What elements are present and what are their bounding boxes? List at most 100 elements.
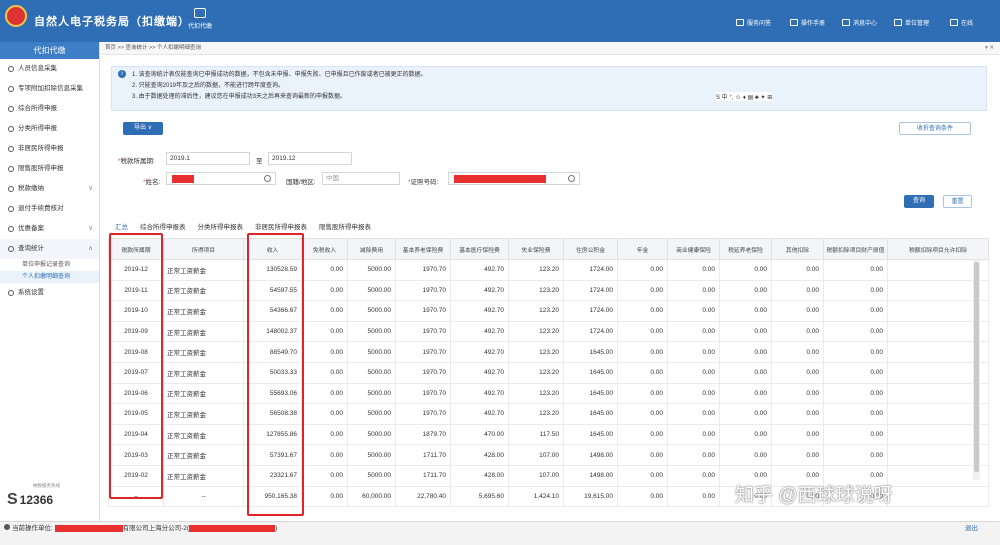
- table-cell: 0.00: [771, 403, 824, 425]
- table-cell: 正常工资薪金: [163, 320, 244, 343]
- tab-summary[interactable]: 汇总: [115, 221, 128, 231]
- col-header[interactable]: 基本医疗保险费: [450, 238, 509, 260]
- book-icon: [790, 19, 798, 26]
- sidebar-subitem-unit-record[interactable]: 单位申报记录查询: [0, 259, 99, 271]
- col-header[interactable]: 税额扣除项目允许扣除: [887, 238, 989, 260]
- col-header[interactable]: 税款所属期: [108, 238, 164, 260]
- reset-button[interactable]: 重置: [943, 195, 972, 208]
- sidebar-item-preference-filing[interactable]: 优惠备案 ∨: [0, 219, 99, 239]
- table-cell: 492.70: [450, 361, 509, 384]
- table-cell: 57391.67: [243, 444, 302, 466]
- tab-comprehensive[interactable]: 综合所得申报表: [140, 221, 186, 231]
- logout-link[interactable]: 退出: [965, 522, 978, 536]
- table-row[interactable]: 2019-08 正常工资薪金 88549.70 0.00 5000.00 1970.70 4…: [108, 341, 989, 363]
- period-from-input[interactable]: 2019.1: [166, 152, 250, 165]
- table-row[interactable]: 2019-04 正常工资薪金 127855.86 0.00 5000.00 1879.70…: [108, 423, 989, 446]
- sidebar-item-comprehensive-income[interactable]: 综合所得申报: [0, 99, 99, 119]
- sidebar-item-restricted-stock[interactable]: 限售股所得申报: [0, 159, 99, 179]
- table-cell: 0.00: [823, 341, 888, 363]
- col-header[interactable]: 免税收入: [301, 238, 348, 260]
- ime-toolbar[interactable]: S 中 °, ☺ ♦ ▤ ♣ ✦ ⊞: [716, 92, 773, 101]
- table-cell: 2019-04: [108, 423, 164, 446]
- col-header[interactable]: 住房公积金: [563, 238, 618, 260]
- col-header[interactable]: 商业健康保险: [667, 238, 720, 260]
- query-button[interactable]: 查询: [904, 195, 934, 208]
- period-to-input[interactable]: 2019.12: [268, 152, 352, 165]
- table-row[interactable]: 2019-10 正常工资薪金 54366.67 0.00 5000.00 1970.70 4…: [108, 300, 989, 322]
- withholding-detail-table: 税款所属期 所得项目 收入 免税收入 减除费用 基本养老保险费 基本医疗保险费 …: [108, 238, 989, 508]
- table-cell: 492.70: [450, 259, 509, 281]
- table-cell: 23321.67: [243, 464, 302, 487]
- table-row[interactable]: 2019-07 正常工资薪金 50033.33 0.00 5000.00 1970.70 4…: [108, 361, 989, 384]
- total-cell: [887, 485, 989, 508]
- tab-nonresident[interactable]: 非居民所得申报表: [255, 221, 307, 231]
- table-cell: 130528.59: [243, 259, 302, 281]
- table-cell: 0.00: [301, 423, 348, 446]
- sidebar-item-refund-fee[interactable]: 退付手续费核对: [0, 199, 99, 219]
- sidebar-item-special-deduction[interactable]: 专项附加扣除信息采集: [0, 79, 99, 99]
- col-header[interactable]: 税额扣除项目财产原值: [823, 238, 888, 260]
- country-select[interactable]: 中国: [322, 172, 400, 185]
- table-cell: 2019-08: [108, 341, 164, 363]
- table-cell: 正常工资薪金: [163, 300, 244, 322]
- window-controls[interactable]: ▾ ✕: [985, 42, 994, 55]
- col-header[interactable]: 其他扣除: [771, 238, 824, 260]
- withholding-tool-button[interactable]: 代扣代缴: [180, 8, 220, 30]
- table-cell: 0.00: [301, 464, 348, 487]
- wallet-icon: [8, 186, 14, 192]
- table-cell: 0.00: [719, 279, 772, 302]
- col-header[interactable]: 减除费用: [347, 238, 396, 260]
- table-row[interactable]: 2019-06 正常工资薪金 55693.06 0.00 5000.00 1970.70 4…: [108, 382, 989, 405]
- faq-button[interactable]: 服务问答: [736, 18, 771, 27]
- table-row[interactable]: 2019-03 正常工资薪金 57391.67 0.00 5000.00 1711.70 4…: [108, 444, 989, 466]
- table-cell: 5000.00: [347, 279, 396, 302]
- search-icon[interactable]: [264, 175, 271, 182]
- table-cell: 492.70: [450, 403, 509, 425]
- sidebar-item-classified-income[interactable]: 分类所得申报: [0, 119, 99, 139]
- table-cell: 470.00: [450, 423, 509, 446]
- sidebar-item-person-info[interactable]: 人员信息采集: [0, 59, 99, 79]
- total-cell: 950,165.38: [243, 485, 302, 508]
- table-cell: 0.00: [823, 361, 888, 384]
- col-header[interactable]: 收入: [243, 238, 302, 260]
- table-cell: 107.00: [508, 464, 564, 487]
- table-row[interactable]: 2019-09 正常工资薪金 148002.37 0.00 5000.00 1970.70…: [108, 320, 989, 343]
- total-cell: --: [108, 485, 164, 508]
- tab-classified[interactable]: 分类所得申报表: [198, 221, 244, 231]
- collapse-filter-button[interactable]: 收折查询条件: [899, 122, 971, 135]
- table-cell: 0.00: [771, 259, 824, 281]
- scroll-thumb[interactable]: [974, 262, 979, 472]
- table-cell: 54366.67: [243, 300, 302, 322]
- online-status[interactable]: 在线: [950, 18, 973, 27]
- manual-button[interactable]: 操作手册: [790, 18, 825, 27]
- sidebar-item-nonresident-income[interactable]: 非居民所得申报: [0, 139, 99, 159]
- table-row[interactable]: 2019-05 正常工资薪金 56508.38 0.00 5000.00 1970.70 4…: [108, 403, 989, 425]
- layers-icon: [8, 106, 14, 112]
- table-row[interactable]: 2019-11 正常工资薪金 54597.55 0.00 5000.00 1970.70 4…: [108, 279, 989, 302]
- col-header[interactable]: 税延养老保险: [719, 238, 772, 260]
- col-header[interactable]: 所得项目: [163, 238, 244, 260]
- sidebar-item-settings[interactable]: 系统设置: [0, 283, 99, 303]
- export-button[interactable]: 导出 ∨: [123, 122, 163, 135]
- col-header[interactable]: 基本养老保险费: [395, 238, 451, 260]
- chevron-up-icon: ∧: [88, 245, 93, 252]
- tab-restricted-stock[interactable]: 限售股所得申报表: [319, 221, 371, 231]
- table-row[interactable]: 2019-12 正常工资薪金 130528.59 0.00 5000.00 1970.70…: [108, 259, 989, 281]
- sidebar-item-query-stats[interactable]: 查询统计 ∧: [0, 239, 99, 259]
- total-cell: 0.00: [667, 485, 720, 508]
- sidebar-subitem-personal-detail[interactable]: 个人扣缴明细查询: [0, 271, 99, 283]
- col-header[interactable]: 失业保险费: [508, 238, 564, 260]
- table-cell: 123.20: [508, 320, 564, 343]
- unit-management-button[interactable]: 单位管理: [894, 18, 929, 27]
- top-bar: 自然人电子税务局（扣缴端） 代扣代缴 服务问答 操作手册 消息中心 单位管理 在…: [0, 0, 1000, 42]
- message-center-button[interactable]: 消息中心: [842, 18, 877, 27]
- search-icon[interactable]: [568, 175, 575, 182]
- table-cell: 1645.00: [563, 423, 618, 446]
- sidebar-item-tax-payment[interactable]: 税款缴纳 ∨: [0, 179, 99, 199]
- table-cell: 1645.00: [563, 403, 618, 425]
- table-cell: 0.00: [823, 444, 888, 466]
- col-header[interactable]: 年金: [617, 238, 668, 260]
- table-cell: 55693.06: [243, 382, 302, 405]
- vertical-scrollbar[interactable]: [973, 260, 980, 480]
- table-cell: 1711.70: [395, 444, 451, 466]
